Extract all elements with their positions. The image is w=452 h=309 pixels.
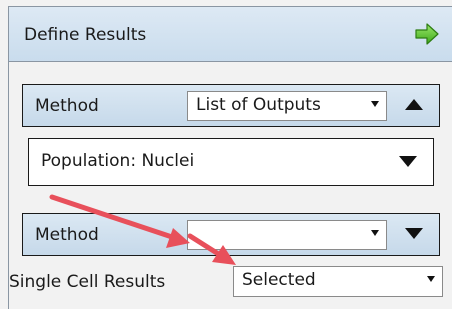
single-cell-results-select[interactable]: Selected	[233, 266, 443, 297]
method-bar-2: Method	[22, 213, 440, 256]
population-select[interactable]: Population: Nuclei	[28, 138, 434, 186]
chevron-down-icon	[371, 230, 379, 236]
triangle-down-icon	[399, 156, 417, 167]
panel-header: Define Results	[9, 7, 452, 62]
method-select[interactable]: List of Outputs	[187, 91, 387, 121]
expand-down-icon[interactable]	[405, 228, 425, 242]
method-select-value: List of Outputs	[196, 95, 321, 115]
method-select[interactable]	[187, 220, 387, 250]
single-cell-results-label: Single Cell Results	[9, 272, 166, 292]
method-label: Method	[35, 96, 99, 116]
method-label: Method	[35, 225, 99, 245]
frame-left	[0, 0, 8, 309]
define-results-panel: Define Results Method List of Outputs Po…	[0, 0, 452, 309]
collapse-up-icon[interactable]	[405, 99, 425, 113]
chevron-down-icon	[371, 101, 379, 107]
chevron-down-icon	[427, 276, 435, 282]
method-bar-1: Method List of Outputs	[22, 84, 440, 127]
panel-title: Define Results	[24, 25, 147, 45]
go-arrow-icon[interactable]	[414, 22, 440, 46]
single-cell-results-value: Selected	[242, 270, 316, 290]
population-value: Population: Nuclei	[41, 151, 195, 171]
